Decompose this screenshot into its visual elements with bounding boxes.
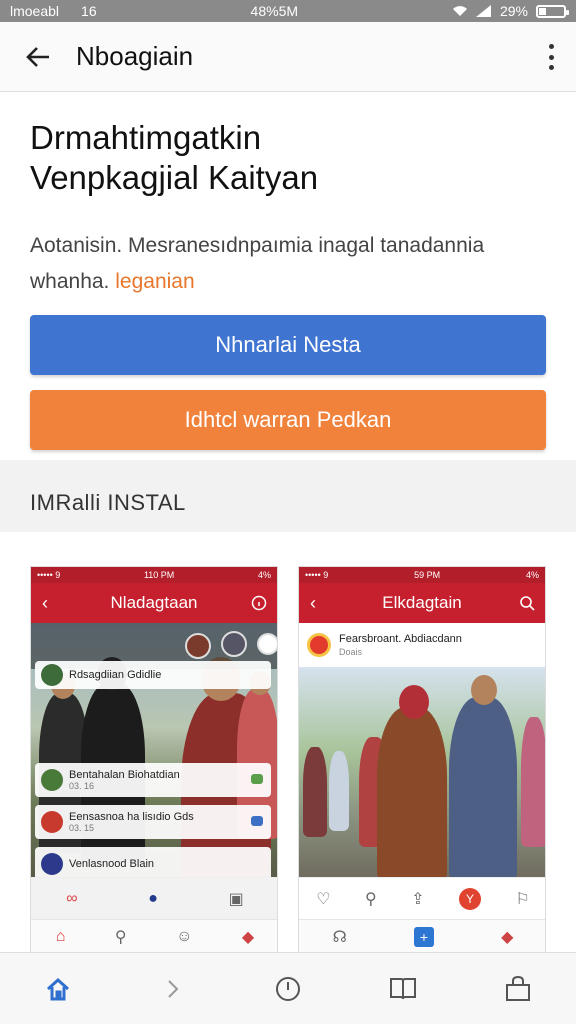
post-photo: [299, 667, 545, 879]
post-sub: Doais: [339, 647, 363, 657]
like-icon[interactable]: ♡: [316, 889, 330, 909]
phone-title: Elkdagtain: [382, 593, 462, 612]
page-description: Aotanisin. Mesranesıdnpaımia inagal tana…: [30, 228, 550, 300]
screenshot-2[interactable]: ••••• 9 59 PM 4% ‹ Elkdagtain Fearsbroan…: [298, 566, 546, 954]
battery-fill: [538, 7, 546, 15]
chevron-right-icon: [168, 979, 179, 998]
status-carrier: lmoeabl: [10, 3, 60, 19]
post-avatar: [307, 633, 331, 657]
post-title: Fearsbroant. Abdiacdann: [339, 633, 462, 645]
status-bar: lmoeabl 16 48%5M 29%: [0, 0, 576, 22]
link-icon[interactable]: ∞: [66, 890, 77, 908]
info-icon: [251, 595, 267, 611]
phone-app-bar: ‹ Elkdagtain: [299, 583, 545, 623]
post-action-row: ♡ ⚲ ⇪ Y ⚐: [299, 877, 545, 919]
phone-title: Nladagtaan: [110, 593, 198, 612]
list-item-title: Venlasnood Blain: [69, 858, 155, 870]
avatar-icon[interactable]: ●: [148, 890, 158, 908]
nav-home[interactable]: [28, 959, 88, 1019]
list-item-title: Eensasnoa ha lisıdio Gds: [69, 811, 194, 823]
phone-tab-bar: ⌂ ⚲ ☺ ◆: [31, 919, 277, 953]
chevron-left-icon: ‹: [42, 592, 48, 613]
phone-action-row: ∞ ● ▣: [31, 877, 277, 919]
primary-button[interactable]: Nhnarlai Nesta: [30, 315, 546, 375]
description-accent: leganian: [115, 270, 195, 293]
phone-status-bar: ••••• 9 59 PM 4%: [299, 567, 545, 583]
description-text: Aotanisin. Mesranesıdnpaımia inagal tana…: [30, 234, 485, 293]
post-header: Fearsbroant. Abdiacdann Doais: [299, 623, 545, 667]
list-item[interactable]: Bentahalan Biohatdian 03. 16: [35, 763, 271, 797]
list-item-sub: 03. 15: [69, 823, 95, 833]
tag-icon[interactable]: ◆: [501, 927, 513, 947]
screenshots-section: IMRalli INSTAL ••••• 9 110 PM 4% ‹ Nlada…: [0, 460, 576, 954]
phone-status-time: 59 PM: [414, 570, 441, 580]
phone-tab-bar: ☊ + ◆: [299, 919, 545, 953]
bottom-nav: [0, 952, 576, 1024]
screenshot-1[interactable]: ••••• 9 110 PM 4% ‹ Nladagtaan Rdsagdiia…: [30, 566, 278, 954]
search-icon: [520, 596, 535, 611]
phone-status-right: 4%: [525, 570, 539, 580]
headline-line-2: Venpkagjial Kaityan: [30, 159, 319, 196]
avatar[interactable]: [221, 631, 247, 657]
record-icon[interactable]: Y: [459, 887, 481, 910]
phone-app-bar: ‹ Nladagtaan: [31, 583, 277, 623]
list-item[interactable]: Eensasnoa ha lisıdio Gds 03. 15: [35, 805, 271, 839]
battery-icon: [535, 4, 569, 18]
save-icon[interactable]: ▣: [229, 889, 244, 909]
search-icon[interactable]: ⚲: [365, 889, 377, 909]
list-item[interactable]: Rdsagdiian Gdidlie: [35, 661, 271, 689]
phone-status-left: ••••• 9: [305, 570, 329, 580]
clock-icon: [275, 976, 300, 1001]
share-icon[interactable]: ⇪: [411, 889, 424, 909]
search-icon[interactable]: ⚲: [115, 927, 127, 947]
more-vert-icon[interactable]: [546, 44, 556, 70]
section-title: IMRalli INSTAL: [30, 490, 186, 515]
nav-library[interactable]: [373, 959, 433, 1019]
back-button[interactable]: [0, 22, 76, 92]
smile-icon[interactable]: ☺: [176, 928, 192, 946]
secondary-button[interactable]: Idhtcl warran Pedkan: [30, 390, 546, 450]
chevron-left-icon: ‹: [310, 592, 316, 613]
phone-status-bar: ••••• 9 110 PM 4%: [31, 567, 277, 583]
list-item-title: Rdsagdiian Gdidlie: [69, 669, 162, 681]
book-icon: [390, 977, 417, 999]
home-icon[interactable]: ⌂: [56, 928, 66, 946]
nav-shop[interactable]: [488, 959, 548, 1019]
avatar[interactable]: [257, 633, 277, 655]
phone-status-time: 110 PM: [143, 570, 175, 580]
add-icon[interactable]: +: [413, 926, 434, 947]
phone-status-left: ••••• 9: [37, 570, 61, 580]
arrow-left-icon: [26, 46, 49, 67]
wifi-icon: [452, 6, 467, 16]
status-center: 48%5M: [250, 3, 299, 19]
headset-icon[interactable]: ☊: [333, 927, 347, 947]
avatar[interactable]: [185, 633, 211, 659]
app-bar: Nboagiain: [0, 22, 576, 92]
headline-line-1: Drmahtimgatkin: [30, 119, 262, 156]
home-icon: [46, 977, 69, 1000]
phone-status-right: 4%: [257, 570, 271, 580]
page-headline: Drmahtimgatkin Venpkagjial Kaityan: [30, 118, 550, 198]
signal-icon: [475, 5, 491, 17]
status-time: 16: [81, 3, 97, 19]
list-item-title: Bentahalan Biohatdian: [69, 769, 180, 781]
battery-percent: 29%: [499, 3, 528, 19]
tag-icon[interactable]: ◆: [242, 927, 254, 947]
nav-next[interactable]: [143, 959, 203, 1019]
bag-icon: [506, 975, 531, 1001]
bookmark-icon[interactable]: ⚐: [515, 889, 529, 909]
list-item-sub: 03. 16: [69, 781, 95, 791]
nav-history[interactable]: [258, 959, 318, 1019]
app-bar-title: Nboagiain: [76, 41, 194, 71]
list-item[interactable]: Venlasnood Blain: [35, 847, 271, 881]
